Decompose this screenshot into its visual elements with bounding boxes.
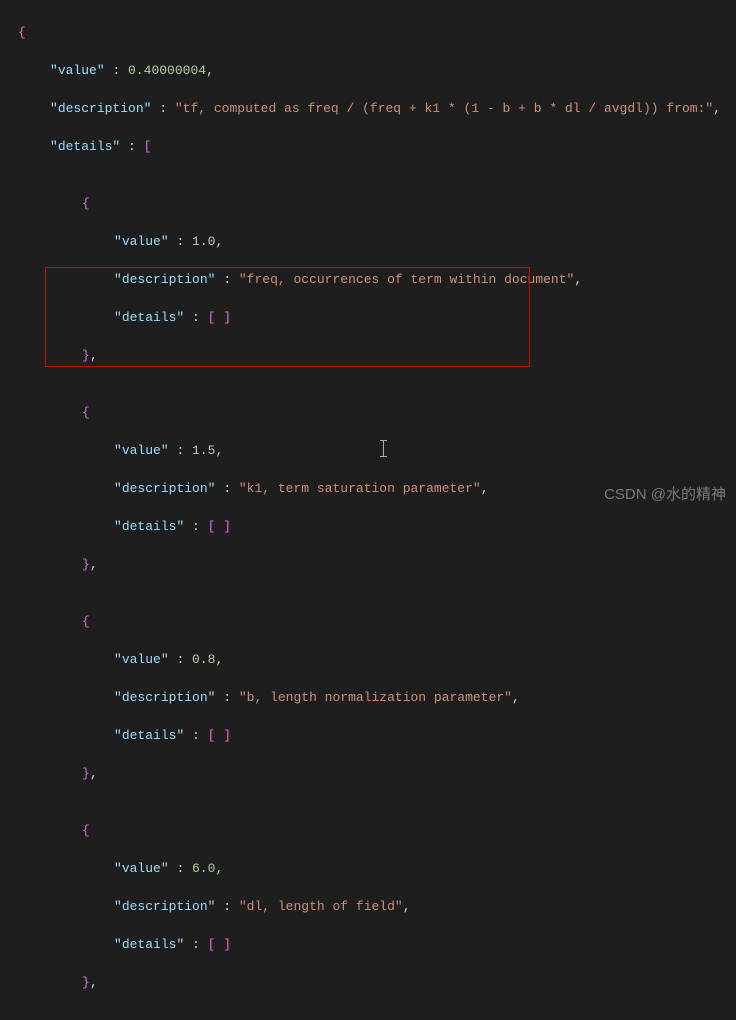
item-details: "details" : [ ] (0, 726, 736, 745)
top-value-line: "value" : 0.40000004, (0, 61, 736, 80)
text-cursor-icon (383, 441, 384, 456)
item-close: }, (0, 346, 736, 365)
item-value: "value" : 1.0, (0, 232, 736, 251)
code-block: { "value" : 0.40000004, "description" : … (0, 0, 736, 1020)
item-details: "details" : [ ] (0, 308, 736, 327)
item-close: }, (0, 973, 736, 992)
item-close: }, (0, 764, 736, 783)
item-open: { (0, 821, 736, 840)
item-description: "description" : "b, length normalization… (0, 688, 736, 707)
item-value: "value" : 6.0, (0, 859, 736, 878)
item-value: "value" : 0.8, (0, 650, 736, 669)
open-brace: { (0, 23, 736, 42)
item-description: "description" : "freq, occurrences of te… (0, 270, 736, 289)
item-open: { (0, 612, 736, 631)
item-open: { (0, 194, 736, 213)
item-description: "description" : "dl, length of field", (0, 897, 736, 916)
item-value: "value" : 1.5, (0, 441, 736, 460)
item-open: { (0, 403, 736, 422)
top-description-line: "description" : "tf, computed as freq / … (0, 99, 736, 118)
details-open: "details" : [ (0, 137, 736, 156)
item-details: "details" : [ ] (0, 517, 736, 536)
item-details: "details" : [ ] (0, 935, 736, 954)
item-close: }, (0, 555, 736, 574)
item-description: "description" : "k1, term saturation par… (0, 479, 736, 498)
